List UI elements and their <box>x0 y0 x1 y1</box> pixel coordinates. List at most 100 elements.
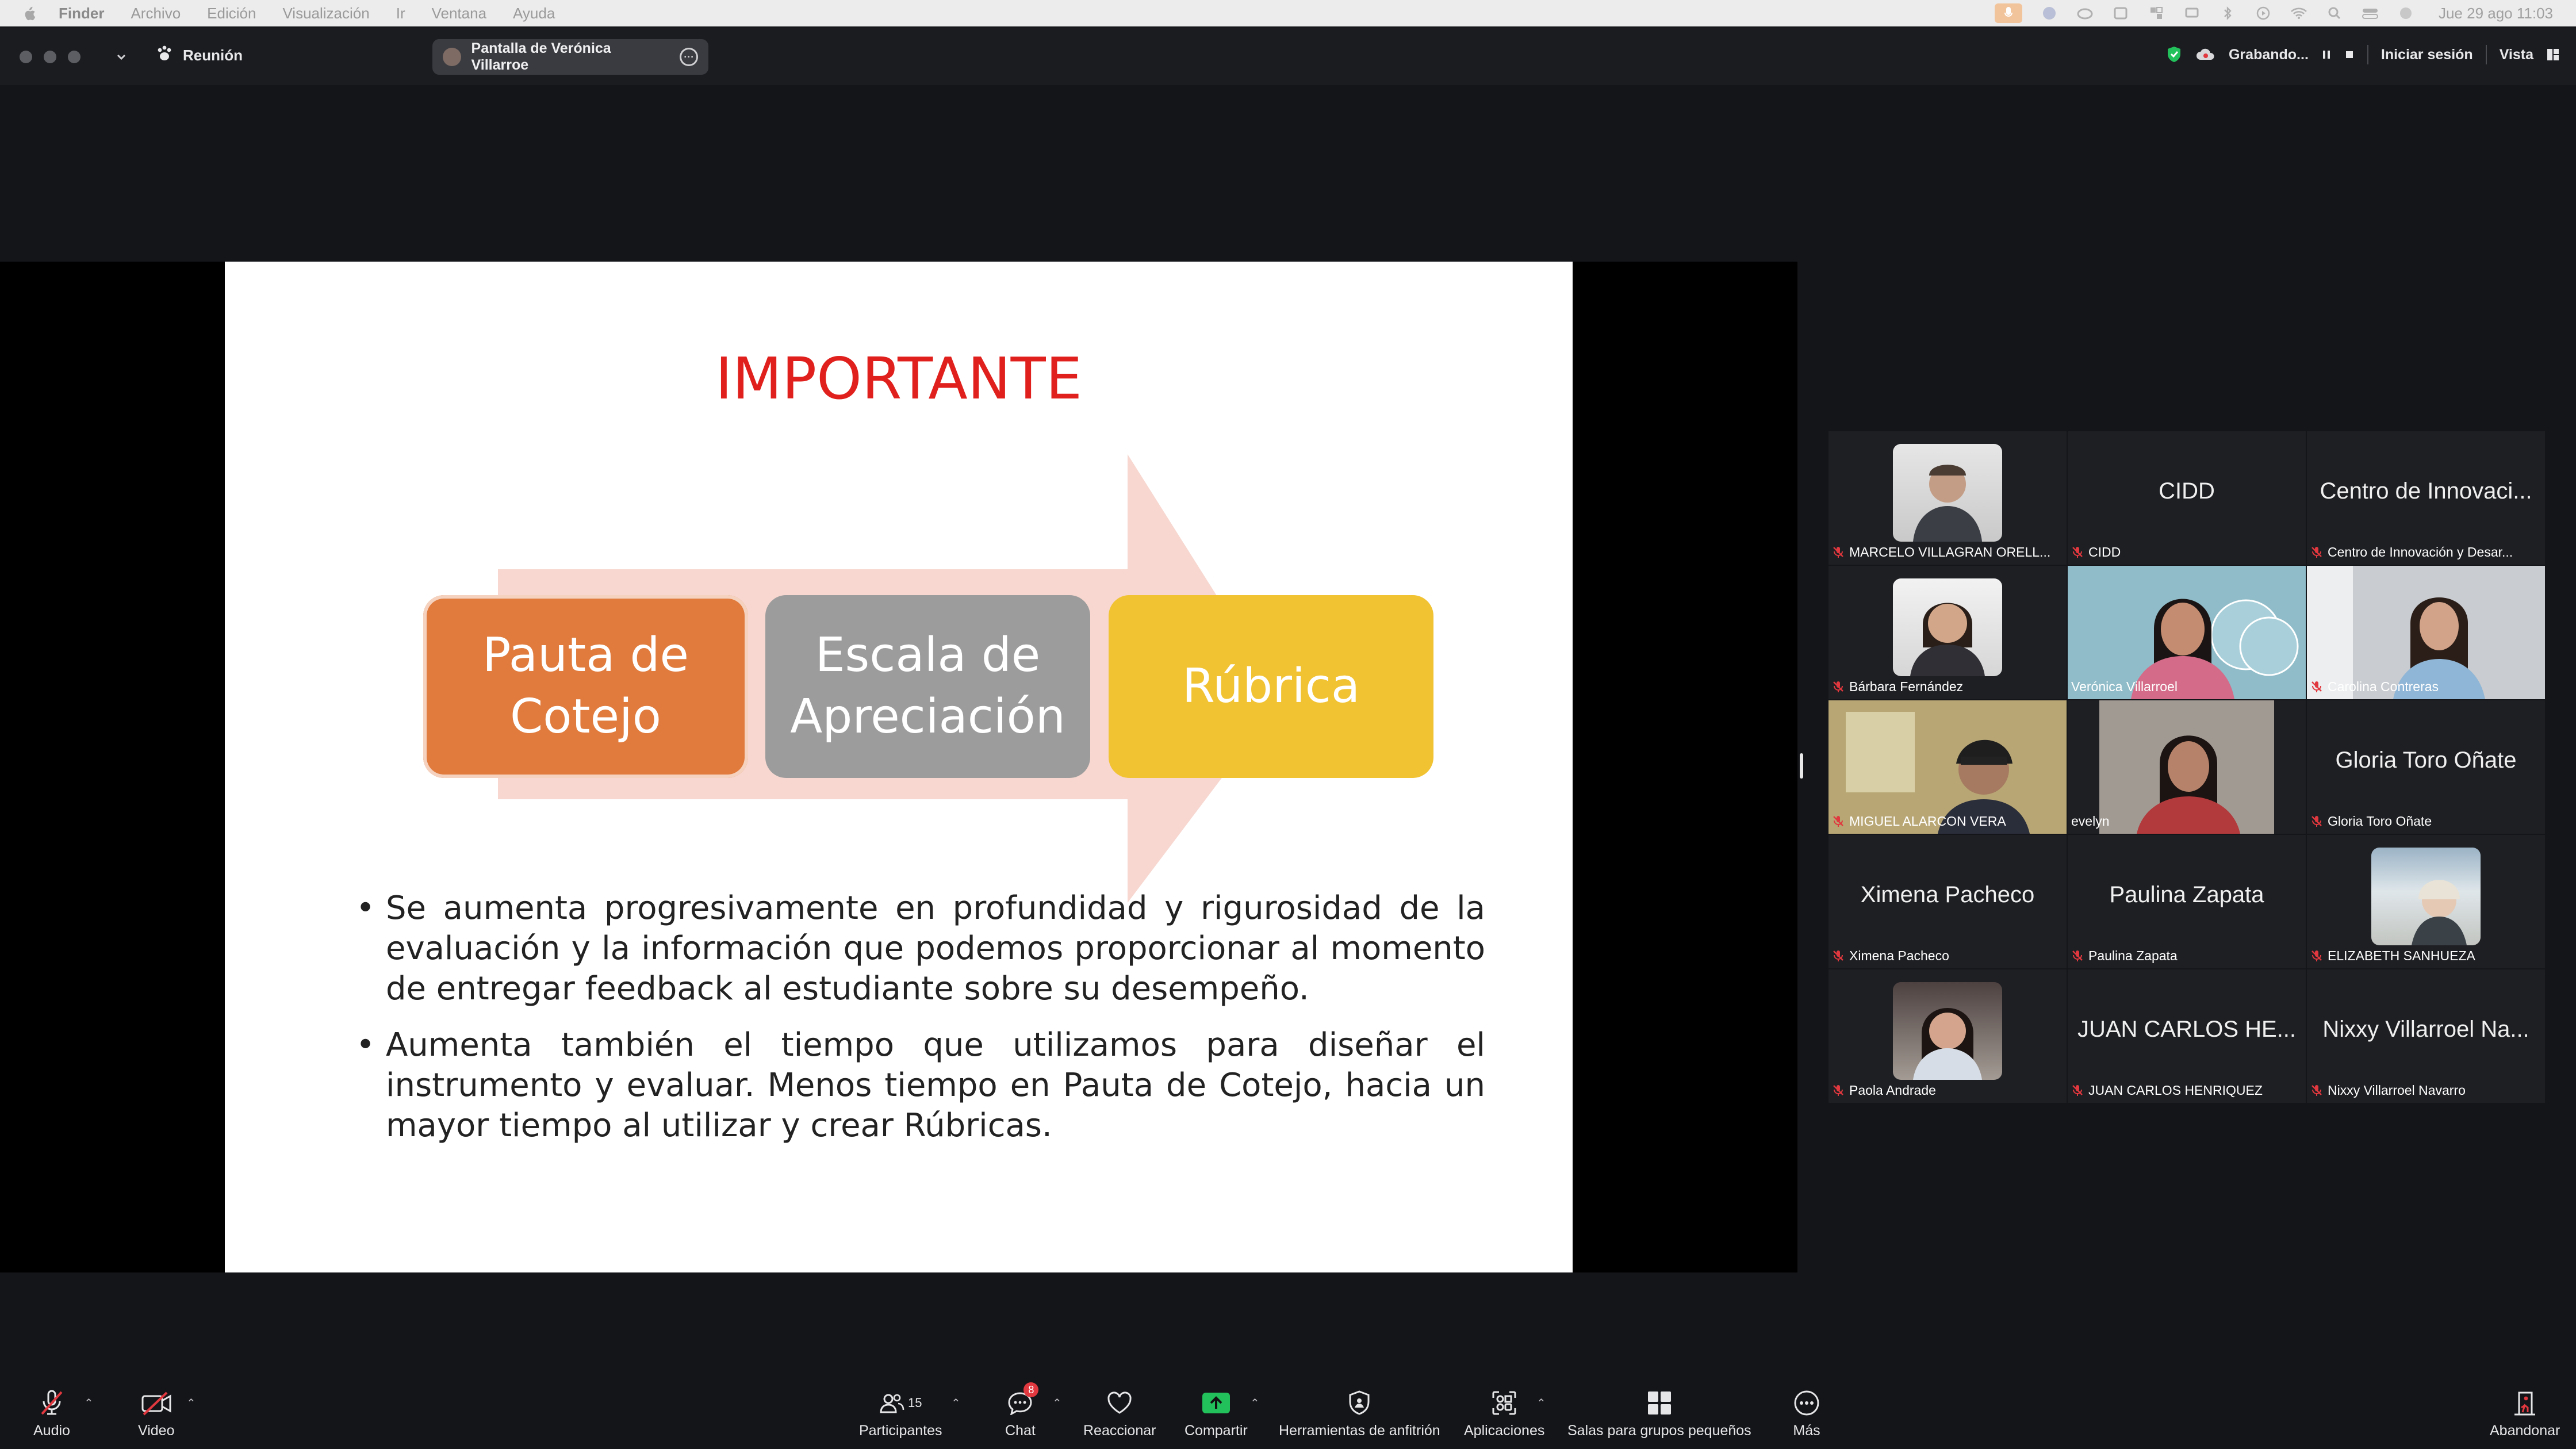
pause-recording-icon[interactable] <box>2321 49 2332 60</box>
share-options-caret[interactable]: ⌃ <box>1250 1396 1260 1410</box>
video-button[interactable]: Video <box>138 1386 175 1439</box>
screen-mirroring-icon[interactable] <box>2183 6 2201 20</box>
participant-tile[interactable]: ELIZABETH SANHUEZA <box>2307 835 2545 968</box>
participant-name: Verónica Villarroel <box>2071 678 2178 694</box>
participants-options-caret[interactable]: ⌃ <box>951 1396 961 1410</box>
screen-share-pill[interactable]: Pantalla de Verónica Villarroe ··· <box>432 39 708 75</box>
chat-options-caret[interactable]: ⌃ <box>1052 1396 1062 1410</box>
participant-tile[interactable]: CIDD CIDD <box>2068 431 2306 565</box>
participant-tile[interactable]: MIGUEL ALARCON VERA <box>1828 700 2067 834</box>
participant-display-name: Centro de Innovaci... <box>2320 478 2532 504</box>
react-button[interactable]: Reaccionar <box>1083 1386 1156 1439</box>
host-tools-button[interactable]: Herramientas de anfitrión <box>1279 1386 1440 1439</box>
siri-icon[interactable] <box>2397 6 2414 20</box>
chat-button[interactable]: 8 Chat <box>1005 1382 1039 1439</box>
participant-tile[interactable]: Nixxy Villarroel Na... Nixxy Villarroel … <box>2307 969 2545 1103</box>
macos-menu-bar: Finder Archivo Edición Visualización Ir … <box>0 0 2576 26</box>
profile-photo <box>2371 848 2481 945</box>
muted-mic-icon <box>1832 815 1845 827</box>
participant-tile[interactable]: JUAN CARLOS HE... JUAN CARLOS HENRIQUEZ <box>2068 969 2306 1103</box>
chat-label: Chat <box>1005 1423 1036 1439</box>
menu-archivo[interactable]: Archivo <box>131 5 181 22</box>
participants-button[interactable]: 15 Participantes <box>859 1386 942 1439</box>
apps-icon <box>1492 1391 1516 1415</box>
chevron-down-icon[interactable] <box>113 48 130 66</box>
signin-button[interactable]: Iniciar sesión <box>2381 47 2473 63</box>
apple-icon[interactable] <box>23 6 36 21</box>
audio-label: Audio <box>33 1423 70 1439</box>
step-box-pauta: Pauta de Cotejo <box>423 595 748 778</box>
zoom-status-icon[interactable] <box>2041 6 2058 20</box>
participant-tile[interactable]: Paola Andrade <box>1828 969 2067 1103</box>
tray-icon[interactable] <box>2112 6 2129 20</box>
step-box-label: Cotejo <box>510 689 661 744</box>
muted-mic-icon <box>41 1390 63 1415</box>
apps-options-caret[interactable]: ⌃ <box>1536 1396 1546 1410</box>
menu-ventana[interactable]: Ventana <box>432 5 486 22</box>
participant-name: Bárbara Fernández <box>1849 678 1964 694</box>
video-options-caret[interactable]: ⌃ <box>186 1396 196 1410</box>
creative-cloud-icon[interactable] <box>2076 6 2094 20</box>
menu-ayuda[interactable]: Ayuda <box>513 5 555 22</box>
shield-check-icon[interactable] <box>2165 45 2183 64</box>
participant-tile[interactable]: Centro de Innovaci... Centro de Innovaci… <box>2307 431 2545 565</box>
audio-options-caret[interactable]: ⌃ <box>84 1396 94 1410</box>
grid-status-icon[interactable] <box>2148 6 2165 20</box>
presentation-slide: IMPORTANTE Pauta de Cotejo Escala de Apr… <box>225 262 1573 1272</box>
more-options-icon[interactable]: ··· <box>680 48 698 66</box>
window-controls <box>20 51 80 63</box>
host-tools-label: Herramientas de anfitrión <box>1279 1423 1440 1439</box>
shared-screen[interactable]: IMPORTANTE Pauta de Cotejo Escala de Apr… <box>0 262 1797 1272</box>
zoom-title-bar: Reunión Pantalla de Verónica Villarroe ·… <box>0 28 2576 85</box>
splitter-handle[interactable] <box>1800 753 1803 779</box>
muted-mic-icon <box>2310 546 2323 558</box>
more-icon <box>1794 1390 1819 1416</box>
bluetooth-icon[interactable] <box>2219 6 2236 20</box>
muted-mic-icon <box>2071 546 2084 558</box>
menu-edicion[interactable]: Edición <box>207 5 256 22</box>
share-label: Compartir <box>1184 1423 1248 1439</box>
wifi-icon[interactable] <box>2290 6 2307 20</box>
stop-recording-icon[interactable] <box>2344 49 2355 60</box>
breakout-rooms-button[interactable]: Salas para grupos pequeños <box>1567 1386 1751 1439</box>
people-icon <box>880 1394 904 1413</box>
menu-ir[interactable]: Ir <box>396 5 405 22</box>
participant-tile[interactable]: Gloria Toro Oñate Gloria Toro Oñate <box>2307 700 2545 834</box>
chat-unread-badge: 8 <box>1023 1382 1039 1397</box>
close-window-button[interactable] <box>20 51 32 63</box>
participant-tile[interactable]: evelyn <box>2068 700 2306 834</box>
menu-app-name[interactable]: Finder <box>59 5 104 22</box>
participant-tile[interactable]: Ximena Pacheco Ximena Pacheco <box>1828 835 2067 968</box>
slide-bullets: Se aumenta progresivamente en profundida… <box>356 888 1485 1162</box>
participant-display-name: Nixxy Villarroel Na... <box>2322 1017 2529 1042</box>
video-off-icon <box>141 1392 171 1416</box>
audio-button[interactable]: Audio <box>33 1386 70 1439</box>
participant-tile[interactable]: Paulina Zapata Paulina Zapata <box>2068 835 2306 968</box>
zoom-window-button[interactable] <box>68 51 80 63</box>
step-box-label: Apreciación <box>790 689 1065 744</box>
apps-button[interactable]: Aplicaciones <box>1464 1386 1544 1439</box>
bullet-text: Se aumenta progresivamente en profundida… <box>356 888 1485 1009</box>
participant-tile[interactable]: MARCELO VILLAGRAN ORELL... <box>1828 431 2067 565</box>
more-button[interactable]: Más <box>1793 1386 1820 1439</box>
play-status-icon[interactable] <box>2255 6 2272 20</box>
menu-visualizacion[interactable]: Visualización <box>282 5 369 22</box>
muted-mic-icon <box>2310 680 2323 693</box>
grid-view-icon[interactable] <box>2546 48 2560 62</box>
mic-status-icon[interactable] <box>1994 3 2022 23</box>
participant-tile[interactable]: Bárbara Fernández <box>1828 566 2067 699</box>
minimize-window-button[interactable] <box>44 51 56 63</box>
leave-button[interactable]: Abandonar <box>2490 1386 2560 1439</box>
spotlight-search-icon[interactable] <box>2326 6 2343 20</box>
meeting-info-button[interactable]: Reunión <box>155 45 243 66</box>
participant-tile-active-speaker[interactable]: Verónica Villarroel <box>2068 566 2306 699</box>
participant-tile[interactable]: Carolina Contreras <box>2307 566 2545 699</box>
control-center-icon[interactable] <box>2362 6 2379 20</box>
profile-photo <box>1893 578 2002 676</box>
share-screen-button[interactable]: Compartir <box>1184 1386 1248 1439</box>
view-button[interactable]: Vista <box>2500 47 2533 63</box>
menu-clock[interactable]: Jue 29 ago 11:03 <box>2439 5 2553 22</box>
participant-name: Nixxy Villarroel Navarro <box>2328 1082 2466 1098</box>
paw-icon <box>155 45 174 66</box>
participant-name: JUAN CARLOS HENRIQUEZ <box>2088 1082 2263 1098</box>
